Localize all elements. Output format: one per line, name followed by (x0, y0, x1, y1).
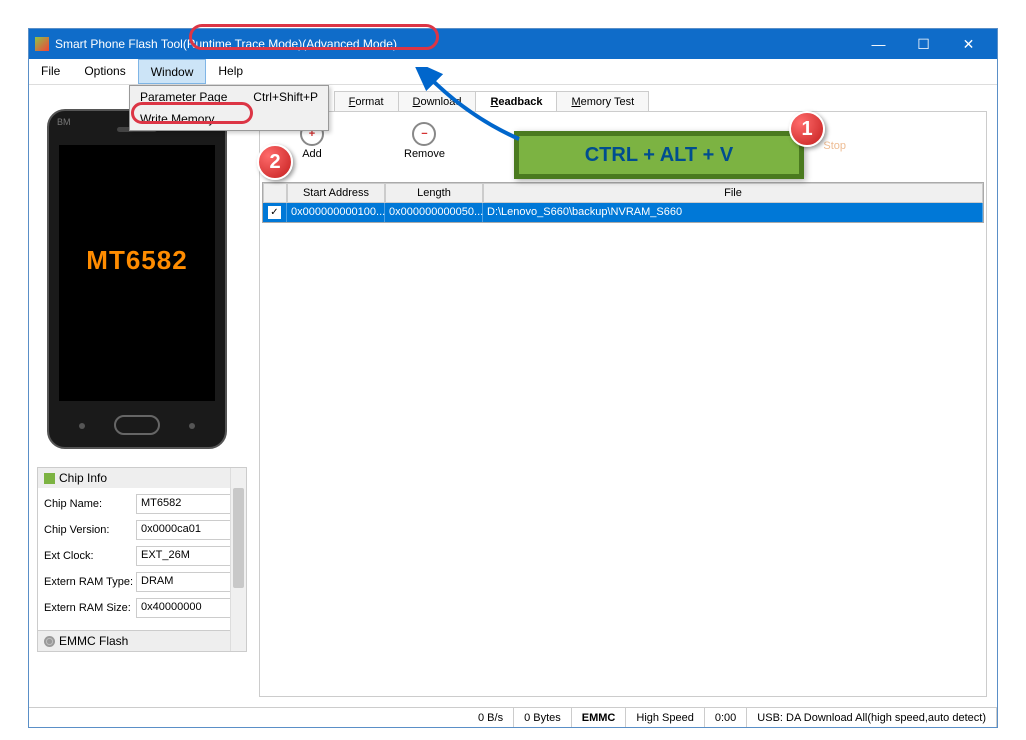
tab-download[interactable]: Download (398, 91, 477, 112)
cell-start-address: 0x000000000100... (287, 203, 385, 222)
button-label: Add (302, 148, 322, 160)
button-label: Remove (404, 148, 445, 160)
window-dropdown-menu: Parameter Page Ctrl+Shift+P Write Memory (129, 85, 329, 131)
phone-screen: MT6582 (59, 145, 215, 401)
phone-preview: BM MT6582 (47, 109, 227, 449)
dropdown-parameter-page[interactable]: Parameter Page Ctrl+Shift+P (130, 86, 328, 108)
menu-help[interactable]: Help (206, 59, 255, 84)
dropdown-write-memory[interactable]: Write Memory (130, 108, 328, 130)
minus-icon: − (412, 122, 436, 146)
minimize-button[interactable]: — (856, 29, 901, 59)
title-bar: Smart Phone Flash Tool(Runtime Trace Mod… (29, 29, 997, 59)
maximize-button[interactable]: ☐ (901, 29, 946, 59)
chip-name-value: MT6582 (136, 494, 240, 514)
callout-text: CTRL + ALT + V (585, 144, 734, 167)
menu-bar: File Options Window Help (29, 59, 997, 85)
status-usb-mode: USB: DA Download All(high speed,auto det… (747, 708, 997, 727)
status-storage-type: EMMC (572, 708, 627, 727)
column-file[interactable]: File (483, 183, 983, 203)
annotation-badge-2: 2 (257, 144, 293, 180)
phone-brand-label: BM (57, 117, 71, 127)
chip-info-header[interactable]: Chip Info (38, 468, 246, 488)
checkbox-checked-icon[interactable]: ✓ (268, 206, 281, 219)
dropdown-item-label: Write Memory (140, 112, 214, 126)
extern-ram-size-label: Extern RAM Size: (44, 602, 136, 614)
chip-name-label: Chip Name: (44, 498, 136, 510)
tab-memory-test[interactable]: Memory Test (556, 91, 649, 112)
column-length[interactable]: Length (385, 183, 483, 203)
extern-ram-size-value: 0x40000000 (136, 598, 240, 618)
chip-info-panel: Chip Info Chip Name: MT6582 Chip Version… (37, 467, 247, 652)
chip-icon (44, 473, 55, 484)
menu-options[interactable]: Options (72, 59, 137, 84)
tab-content-readback: + Add − Remove Read Back Stop Start Addr… (259, 111, 987, 697)
annotation-shortcut-callout: CTRL + ALT + V (514, 131, 804, 179)
close-button[interactable]: ✕ (946, 29, 991, 59)
readback-table: Start Address Length File ✓ 0x0000000001… (262, 182, 984, 223)
remove-button[interactable]: − Remove (404, 122, 445, 160)
column-checkbox[interactable] (263, 183, 287, 203)
ext-clock-label: Ext Clock: (44, 550, 136, 562)
dropdown-item-label: Parameter Page (140, 90, 227, 104)
annotation-badge-1: 1 (789, 111, 825, 147)
tab-readback[interactable]: Readback (475, 91, 557, 112)
cell-length: 0x000000000050... (385, 203, 483, 222)
gear-icon (44, 636, 55, 647)
emmc-flash-title: EMMC Flash (59, 634, 128, 648)
chip-info-scrollbar[interactable] (230, 468, 246, 651)
cell-file-path: D:\Lenovo_S660\backup\NVRAM_S660 (483, 203, 983, 222)
status-elapsed-time: 0:00 (705, 708, 747, 727)
extern-ram-type-label: Extern RAM Type: (44, 576, 136, 588)
phone-home-button-icon (114, 415, 160, 435)
table-header: Start Address Length File (263, 183, 983, 203)
column-start-address[interactable]: Start Address (287, 183, 385, 203)
window-title: Smart Phone Flash Tool(Runtime Trace Mod… (55, 37, 856, 51)
app-icon (35, 37, 49, 51)
emmc-flash-header[interactable]: EMMC Flash (38, 630, 246, 651)
tab-format[interactable]: Format (334, 91, 399, 112)
status-bytes: 0 Bytes (514, 708, 572, 727)
chip-info-title: Chip Info (59, 471, 107, 485)
ext-clock-value: EXT_26M (136, 546, 240, 566)
stop-button-disabled: Stop (823, 140, 846, 152)
extern-ram-type-value: DRAM (136, 572, 240, 592)
chip-model-label: MT6582 (59, 245, 215, 276)
status-transfer-speed: 0 B/s (468, 708, 514, 727)
row-checkbox-cell[interactable]: ✓ (263, 203, 287, 222)
menu-window[interactable]: Window (138, 59, 207, 84)
table-row[interactable]: ✓ 0x000000000100... 0x000000000050... D:… (263, 203, 983, 222)
phone-back-button-icon (79, 423, 85, 429)
menu-file[interactable]: File (29, 59, 72, 84)
phone-menu-button-icon (189, 423, 195, 429)
status-bar: 0 B/s 0 Bytes EMMC High Speed 0:00 USB: … (29, 707, 997, 727)
chip-version-label: Chip Version: (44, 524, 136, 536)
application-window: Smart Phone Flash Tool(Runtime Trace Mod… (28, 28, 998, 728)
scrollbar-thumb[interactable] (233, 488, 244, 588)
dropdown-item-shortcut: Ctrl+Shift+P (253, 90, 318, 104)
status-speed-mode: High Speed (626, 708, 705, 727)
chip-version-value: 0x0000ca01 (136, 520, 240, 540)
